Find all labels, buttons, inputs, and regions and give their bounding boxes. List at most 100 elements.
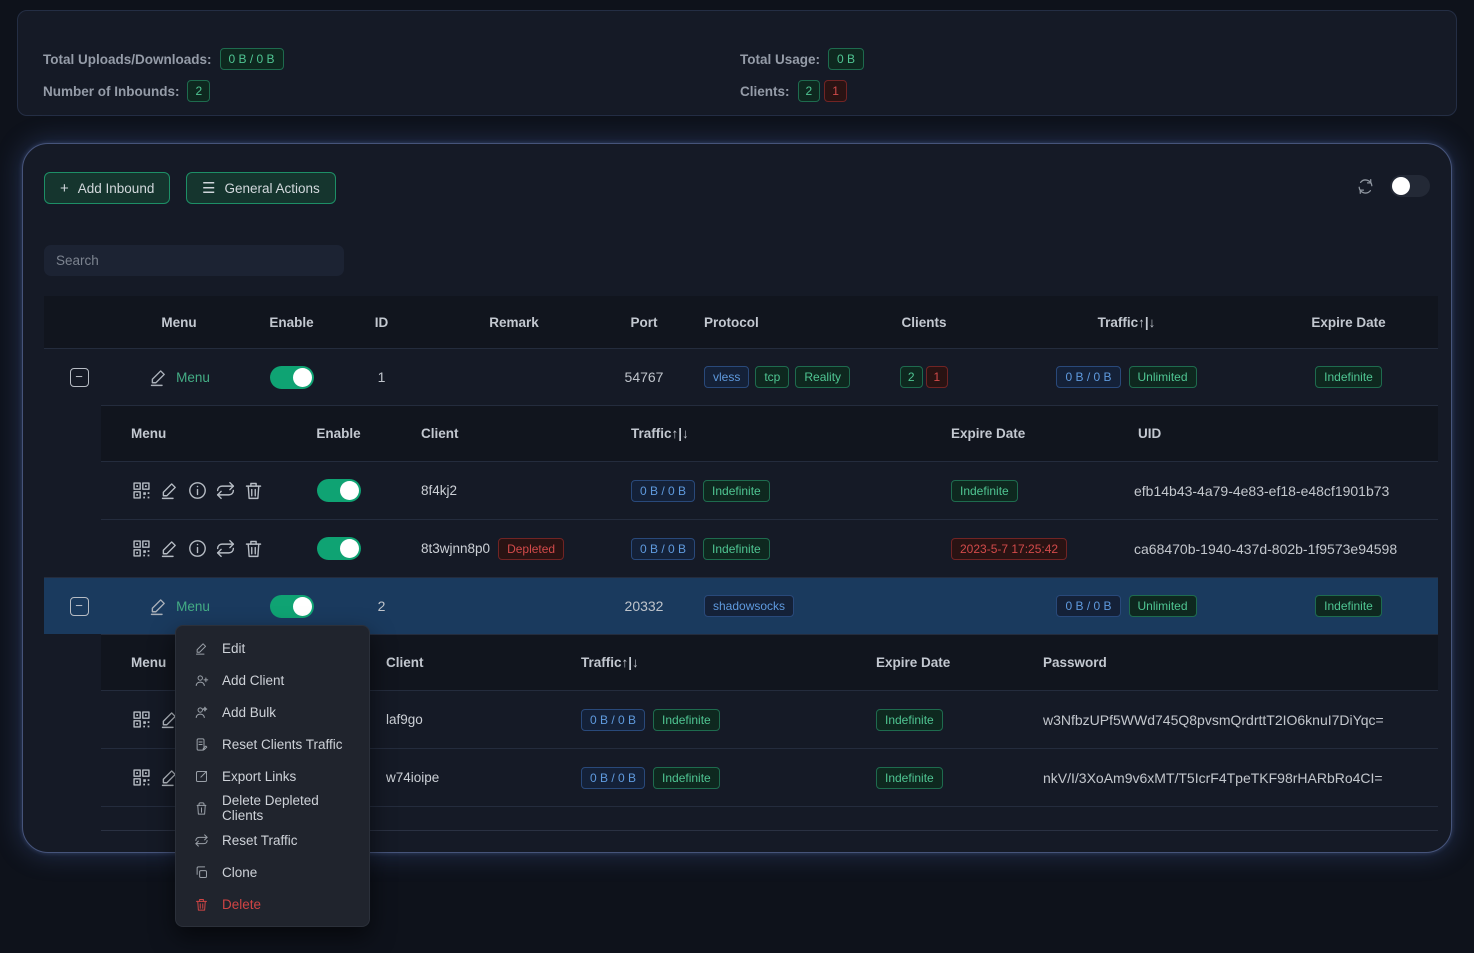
edit-pencil-icon[interactable]: [159, 480, 180, 501]
qr-code-icon[interactable]: [131, 709, 152, 730]
menu-item-label: Add Bulk: [222, 705, 276, 720]
info-icon[interactable]: [187, 480, 208, 501]
stat-label: Total Usage:: [740, 52, 820, 67]
menu-item-add-client[interactable]: Add Client: [176, 664, 369, 696]
traffic-badge: 0 B / 0 B: [581, 709, 645, 731]
stat-label: Total Uploads/Downloads:: [43, 52, 212, 67]
row-menu-label: Menu: [176, 599, 210, 614]
client-name: 8t3wjnn8p0: [421, 541, 490, 556]
stat-number-of-inbounds: Number of Inbounds: 2: [43, 79, 210, 103]
client-uid: efb14b43-4a79-4e83-ef18-e48cf1901b73: [1126, 483, 1438, 499]
menu-item-label: Add Client: [222, 673, 284, 688]
stat-value-badge: 2: [187, 80, 210, 102]
enable-toggle[interactable]: [270, 595, 314, 618]
header-enable: Enable: [244, 315, 339, 330]
qr-code-icon[interactable]: [131, 480, 152, 501]
header-expire-date: Expire Date: [1259, 315, 1438, 330]
inbound-id: 1: [339, 369, 424, 385]
header-port: Port: [604, 315, 684, 330]
collapse-row-button[interactable]: −: [70, 597, 89, 616]
menu-item-clone[interactable]: Clone: [176, 856, 369, 888]
network-badge: tcp: [755, 366, 789, 388]
stat-label: Clients:: [740, 84, 790, 99]
delete-icon: [194, 897, 209, 912]
client-name: laf9go: [371, 712, 561, 727]
inbound-context-menu: Edit Add Client Add Bulk Reset Clients T…: [175, 625, 370, 927]
menu-item-reset-clients-traffic[interactable]: Reset Clients Traffic: [176, 728, 369, 760]
client-enable-toggle[interactable]: [317, 537, 361, 560]
inbound-port: 20332: [604, 598, 684, 614]
stat-total-uploads-downloads: Total Uploads/Downloads: 0 B / 0 B: [43, 47, 284, 71]
clients-table-vless: Menu Enable Client Traffic↑|↓ Expire Dat…: [101, 405, 1438, 577]
protocol-badge: shadowsocks: [704, 595, 794, 617]
delete-icon[interactable]: [243, 480, 264, 501]
edit-pencil-icon: [148, 367, 169, 388]
delete-icon[interactable]: [243, 538, 264, 559]
header-client: Client: [391, 426, 611, 441]
row-menu-button[interactable]: Menu: [148, 367, 210, 388]
header-client: Client: [371, 655, 561, 670]
expire-badge: Indefinite: [951, 480, 1018, 502]
header-expire-date: Expire Date: [861, 655, 1031, 670]
users-bulk-icon: [194, 705, 209, 720]
menu-item-label: Clone: [222, 865, 257, 880]
menu-item-delete-depleted-clients[interactable]: Delete Depleted Clients: [176, 792, 369, 824]
inbounds-table-header: Menu Enable ID Remark Port Protocol Clie…: [44, 296, 1438, 348]
menu-item-edit[interactable]: Edit: [176, 632, 369, 664]
row-menu-button[interactable]: Menu: [148, 596, 210, 617]
qr-code-icon[interactable]: [131, 538, 152, 559]
traffic-badge: 0 B / 0 B: [1056, 595, 1120, 617]
reset-traffic-icon[interactable]: [215, 538, 236, 559]
reset-traffic-icon: [194, 833, 209, 848]
header-traffic-sort[interactable]: Traffic↑|↓: [561, 655, 861, 670]
edit-pencil-icon[interactable]: [159, 538, 180, 559]
header-traffic-sort[interactable]: Traffic↑|↓: [611, 426, 931, 441]
search-input[interactable]: [44, 245, 344, 276]
header-id: ID: [339, 315, 424, 330]
menu-item-label: Export Links: [222, 769, 296, 784]
general-actions-label: General Actions: [224, 181, 319, 196]
reset-traffic-icon[interactable]: [215, 480, 236, 501]
client-row: 8t3wjnn8p0 Depleted 0 B / 0 B Indefinite…: [101, 519, 1438, 577]
menu-item-label: Reset Traffic: [222, 833, 298, 848]
theme-toggle[interactable]: [1390, 175, 1430, 197]
clients-active-badge: 2: [900, 366, 923, 388]
traffic-limit-badge: Indefinite: [703, 538, 770, 560]
expire-badge: Indefinite: [876, 767, 943, 789]
general-actions-button[interactable]: ☰ General Actions: [186, 172, 336, 204]
add-inbound-button[interactable]: + Add Inbound: [44, 172, 170, 204]
header-clients: Clients: [854, 315, 994, 330]
menu-item-label: Reset Clients Traffic: [222, 737, 343, 752]
menu-item-export-links[interactable]: Export Links: [176, 760, 369, 792]
menu-item-add-bulk[interactable]: Add Bulk: [176, 696, 369, 728]
header-protocol: Protocol: [684, 315, 854, 330]
qr-code-icon[interactable]: [131, 767, 152, 788]
menu-item-label: Delete: [222, 897, 261, 912]
export-icon: [194, 769, 209, 784]
traffic-limit-badge: Unlimited: [1129, 366, 1197, 388]
menu-item-delete[interactable]: Delete: [176, 888, 369, 920]
traffic-badge: 0 B / 0 B: [631, 538, 695, 560]
menu-item-label: Edit: [222, 641, 245, 656]
add-inbound-label: Add Inbound: [78, 181, 155, 196]
stat-value-badge: 0 B: [828, 48, 864, 70]
clients-depleted-badge: 1: [824, 80, 847, 102]
file-edit-icon: [194, 737, 209, 752]
enable-toggle[interactable]: [270, 366, 314, 389]
menu-item-reset-traffic[interactable]: Reset Traffic: [176, 824, 369, 856]
expire-badge: Indefinite: [1315, 595, 1382, 617]
edit-pencil-icon: [148, 596, 169, 617]
collapse-row-button[interactable]: −: [70, 368, 89, 387]
header-traffic-sort[interactable]: Traffic↑|↓: [994, 315, 1259, 330]
stat-clients: Clients: 2 1: [740, 79, 847, 103]
header-enable: Enable: [286, 426, 391, 441]
refresh-icon[interactable]: [1356, 177, 1375, 196]
depleted-badge: Depleted: [498, 538, 564, 560]
info-icon[interactable]: [187, 538, 208, 559]
menu-item-label: Delete Depleted Clients: [222, 793, 351, 823]
row-menu-label: Menu: [176, 370, 210, 385]
traffic-limit-badge: Indefinite: [653, 767, 720, 789]
traffic-limit-badge: Indefinite: [703, 480, 770, 502]
client-enable-toggle[interactable]: [317, 479, 361, 502]
plus-icon: +: [60, 180, 69, 197]
